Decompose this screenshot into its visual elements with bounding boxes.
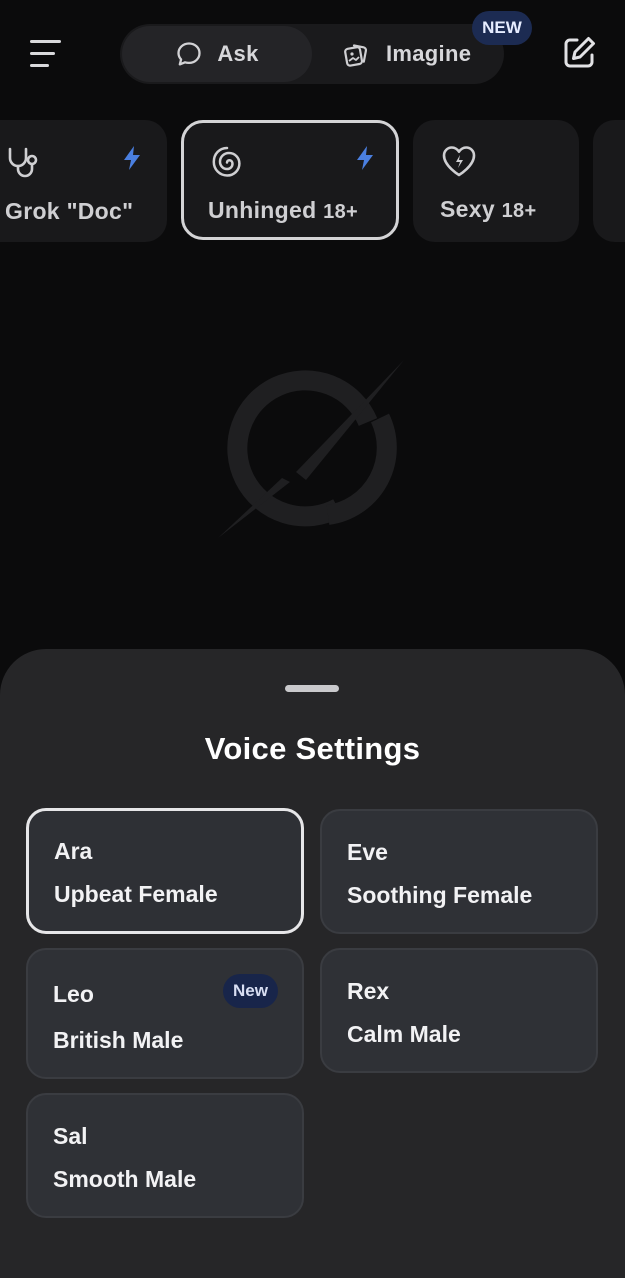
persona-label-unhinged: Unhinged 18+ bbox=[208, 197, 358, 224]
persona-age-tag: 18+ bbox=[323, 201, 358, 223]
new-chat-edit-icon bbox=[564, 37, 595, 68]
menu-button[interactable] bbox=[24, 34, 68, 74]
new-chat-button[interactable] bbox=[556, 30, 602, 76]
menu-line bbox=[30, 40, 61, 43]
new-voice-badge: New bbox=[223, 974, 278, 1008]
stethoscope-icon bbox=[8, 147, 38, 178]
persona-name: Unhinged bbox=[208, 197, 317, 223]
voice-option-rex[interactable]: Rex Calm Male bbox=[320, 948, 598, 1073]
spiral-icon bbox=[212, 146, 241, 177]
image-stack-icon bbox=[344, 44, 368, 67]
persona-card-sexy[interactable]: Sexy 18+ bbox=[413, 120, 579, 242]
voice-name: Leo bbox=[53, 981, 94, 1007]
imagine-new-badge: NEW bbox=[472, 11, 532, 45]
ask-mode-tab[interactable]: Ask bbox=[122, 26, 312, 82]
persona-card-doc[interactable]: Grok "Doc" bbox=[0, 120, 167, 242]
voice-name: Rex bbox=[347, 978, 390, 1004]
persona-name: Sexy bbox=[440, 196, 495, 222]
persona-carousel[interactable]: Grok "Doc" Unhinged 18+ Sexy 18+ bbox=[0, 120, 625, 244]
voice-name: Sal bbox=[53, 1123, 88, 1149]
bolt-icon bbox=[124, 146, 140, 170]
voice-settings-sheet: Voice Settings Ara Upbeat Female Eve Soo… bbox=[0, 649, 625, 1278]
persona-label-doc: Grok "Doc" bbox=[5, 198, 134, 224]
grok-logo-icon bbox=[218, 360, 404, 538]
sheet-drag-handle[interactable] bbox=[285, 685, 339, 692]
imagine-mode-label: Imagine bbox=[386, 41, 472, 66]
persona-label-sexy: Sexy 18+ bbox=[440, 196, 536, 223]
ask-mode-label: Ask bbox=[217, 41, 259, 66]
persona-card-partial[interactable] bbox=[593, 120, 625, 242]
voice-description: Upbeat Female bbox=[54, 881, 218, 907]
voice-name: Ara bbox=[54, 838, 93, 864]
heart-bolt-icon bbox=[442, 146, 476, 177]
persona-card-unhinged[interactable]: Unhinged 18+ bbox=[181, 120, 399, 240]
voice-description: Soothing Female bbox=[347, 882, 533, 908]
voice-option-leo[interactable]: Leo New British Male bbox=[26, 948, 304, 1079]
chat-bubble-icon bbox=[177, 42, 202, 66]
mode-switch: Ask Imagine bbox=[120, 24, 504, 84]
voice-description: Calm Male bbox=[347, 1021, 461, 1047]
menu-line bbox=[30, 64, 49, 67]
voice-description: Smooth Male bbox=[53, 1166, 197, 1192]
sheet-title: Voice Settings bbox=[204, 731, 421, 766]
voice-option-ara[interactable]: Ara Upbeat Female bbox=[26, 808, 304, 934]
voice-option-eve[interactable]: Eve Soothing Female bbox=[320, 809, 598, 934]
persona-age-tag: 18+ bbox=[501, 200, 537, 222]
voice-option-sal[interactable]: Sal Smooth Male bbox=[26, 1093, 304, 1218]
bolt-icon bbox=[357, 146, 373, 170]
voice-name: Eve bbox=[347, 839, 388, 865]
menu-line bbox=[30, 52, 55, 55]
voice-description: British Male bbox=[53, 1027, 184, 1053]
